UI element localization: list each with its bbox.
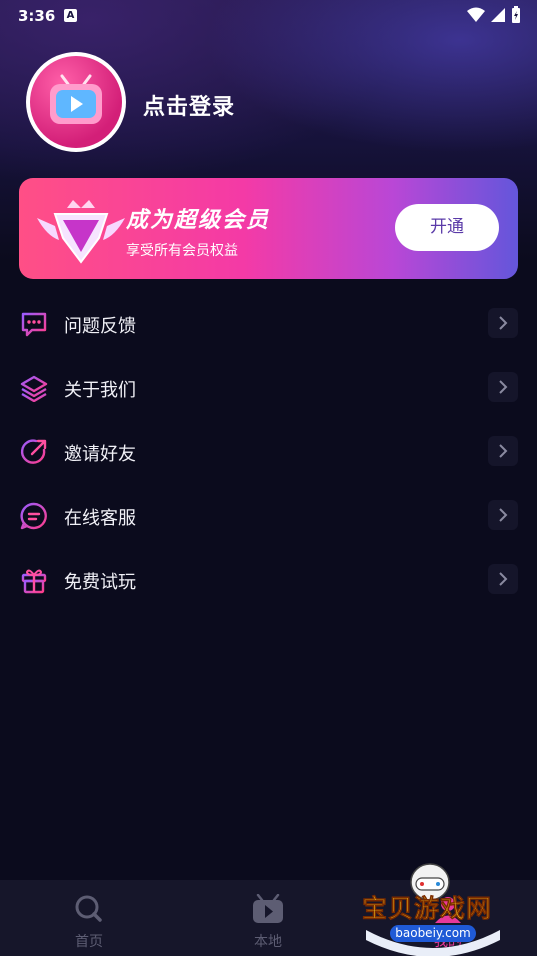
menu-item-support[interactable]: 在线客服 (0, 484, 537, 548)
search-icon (75, 895, 102, 922)
menu-item-label: 邀请好友 (64, 444, 136, 465)
tab-label: 本地 (254, 934, 282, 950)
vip-subtitle: 享受所有会员权益 (126, 243, 238, 259)
tab-local[interactable]: 本地 (208, 880, 328, 956)
share-arrow-icon (20, 439, 47, 464)
watermark-domain: baobeiy.com (390, 925, 476, 942)
avatar[interactable] (26, 52, 126, 152)
status-time: 3:36 (18, 7, 56, 25)
message-icon (20, 502, 47, 530)
menu-item-about[interactable]: 关于我们 (0, 356, 537, 420)
signal-icon (491, 8, 505, 22)
status-icons (467, 6, 521, 24)
vip-card[interactable]: 成为超级会员 享受所有会员权益 开通 (19, 178, 518, 279)
watermark-text: 宝贝游戏网 (362, 894, 493, 924)
status-bar: 3:36 A (0, 0, 537, 32)
wifi-icon (467, 7, 485, 22)
chevron-right-icon (488, 308, 518, 338)
notification-badge: A (64, 9, 77, 22)
menu-item-label: 免费试玩 (64, 572, 136, 593)
menu-item-label: 在线客服 (64, 508, 136, 529)
tv-play-icon (253, 894, 283, 923)
chevron-right-icon (488, 500, 518, 530)
menu-item-label: 问题反馈 (64, 316, 136, 337)
menu-item-invite[interactable]: 邀请好友 (0, 420, 537, 484)
layers-icon (20, 375, 48, 402)
vip-activate-button[interactable]: 开通 (395, 204, 499, 251)
tv-mascot-icon (30, 56, 122, 148)
vip-crown-badge-icon (37, 200, 125, 264)
chevron-right-icon (488, 372, 518, 402)
menu-item-free-trial[interactable]: 免费试玩 (0, 548, 537, 612)
chat-bubble-icon (21, 312, 47, 337)
login-prompt[interactable]: 点击登录 (143, 89, 235, 121)
gift-icon (21, 569, 47, 594)
menu-item-label: 关于我们 (64, 380, 136, 401)
chevron-right-icon (488, 564, 518, 594)
watermark-logo: 宝贝游戏网 baobeiy.com (358, 862, 508, 956)
chevron-right-icon (488, 436, 518, 466)
tab-home[interactable]: 首页 (29, 880, 149, 956)
vip-title: 成为超级会员 (126, 208, 271, 233)
menu-item-feedback[interactable]: 问题反馈 (0, 292, 537, 356)
tab-label: 首页 (75, 934, 103, 950)
menu-list: 问题反馈 关于我们 邀请好友 在线客服 免费试玩 (0, 292, 537, 612)
battery-icon (512, 6, 520, 23)
